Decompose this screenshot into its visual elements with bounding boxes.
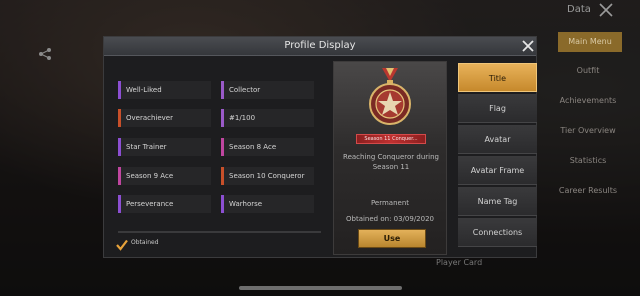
obtained-label: Obtained [131, 238, 159, 246]
close-icon[interactable] [520, 38, 536, 54]
bg-menu-item-statistics[interactable]: Statistics [548, 146, 628, 176]
background-menu: Main Menu Outfit Achievements Tier Overv… [548, 26, 628, 206]
title-description: Reaching Conqueror during Season 11 [343, 153, 439, 171]
bg-menu-item-outfit[interactable]: Outfit [548, 56, 628, 86]
title-item-warhorse[interactable]: Warhorse [221, 195, 314, 213]
home-indicator[interactable] [239, 286, 402, 290]
modal-title: Profile Display [284, 40, 356, 51]
tab-title[interactable]: Title [458, 63, 537, 92]
tab-name-tag[interactable]: Name Tag [458, 187, 537, 216]
title-list-panel: Well-Liked Collector Overachiever #1/100… [112, 61, 322, 255]
tab-avatar[interactable]: Avatar [458, 125, 537, 154]
title-item-overachiever[interactable]: Overachiever [118, 109, 211, 127]
tab-flag[interactable]: Flag [458, 94, 537, 123]
tab-connections[interactable]: Connections [458, 218, 537, 247]
title-item-season-9-ace[interactable]: Season 9 Ace [118, 167, 211, 185]
bg-menu-item-career-results[interactable]: Career Results [548, 176, 628, 206]
share-icon[interactable] [38, 46, 52, 60]
category-tabs: Title Flag Avatar Avatar Frame Name Tag … [458, 63, 537, 249]
title-detail-panel: Season 11 Conquer... Reaching Conqueror … [333, 61, 447, 255]
background-player-card: Player Card [436, 258, 483, 267]
checkmark-icon [116, 236, 128, 251]
title-item-collector[interactable]: Collector [221, 81, 314, 99]
title-item-season-8-ace[interactable]: Season 8 Ace [221, 138, 314, 156]
background-title: Data [567, 4, 591, 15]
title-item-1-100[interactable]: #1/100 [221, 109, 314, 127]
modal-header: Profile Display [104, 37, 536, 56]
obtained-filter[interactable]: Obtained [116, 235, 159, 251]
list-divider [118, 231, 321, 233]
title-item-season-10-conqueror[interactable]: Season 10 Conqueror [221, 167, 314, 185]
background-close-icon[interactable] [598, 2, 614, 18]
conqueror-medal-icon [362, 68, 418, 128]
title-duration: Permanent [370, 199, 410, 207]
title-item-star-trainer[interactable]: Star Trainer [118, 138, 211, 156]
bg-menu-item-tier-overview[interactable]: Tier Overview [548, 116, 628, 146]
title-item-perseverance[interactable]: Perseverance [118, 195, 211, 213]
profile-display-modal: Profile Display Well-Liked Collector Ove… [103, 36, 537, 258]
use-button[interactable]: Use [358, 229, 426, 248]
title-item-well-liked[interactable]: Well-Liked [118, 81, 211, 99]
tab-avatar-frame[interactable]: Avatar Frame [458, 156, 537, 185]
title-badge: Season 11 Conquer... [356, 134, 426, 144]
title-obtained-date: Obtained on: 03/09/2020 [346, 215, 434, 223]
bg-menu-item-main-menu[interactable]: Main Menu [558, 32, 622, 52]
bg-menu-item-achievements[interactable]: Achievements [548, 86, 628, 116]
